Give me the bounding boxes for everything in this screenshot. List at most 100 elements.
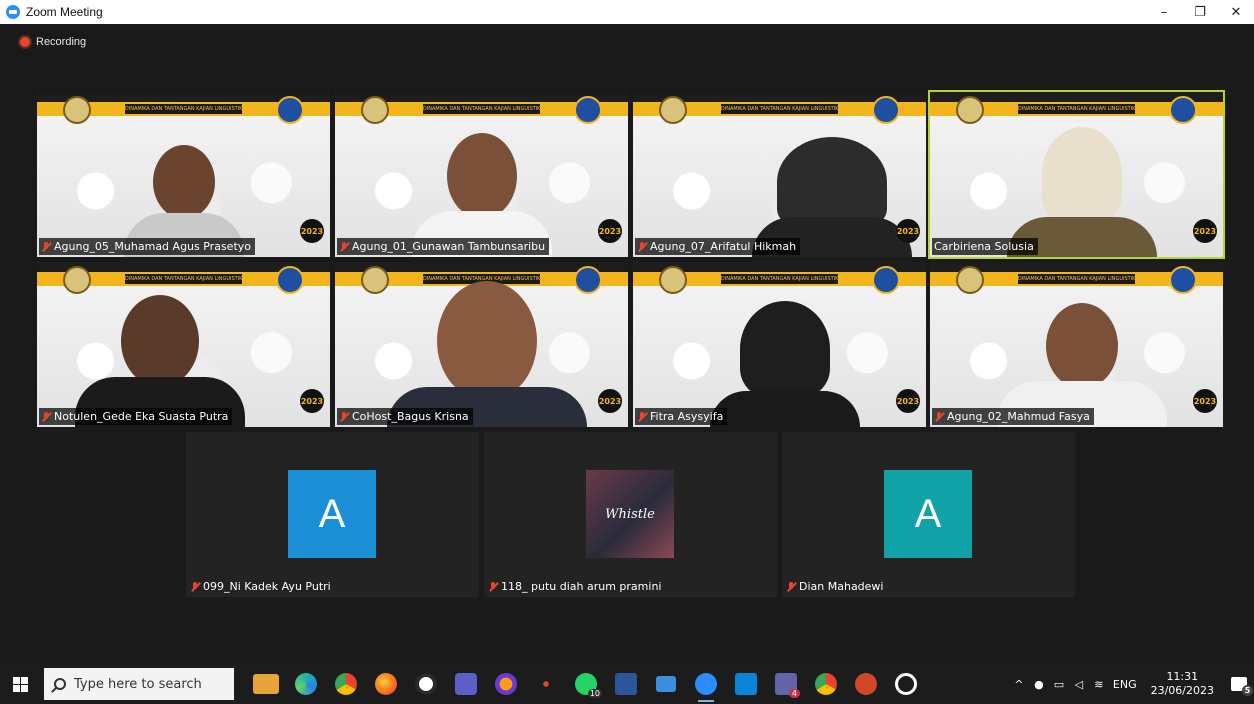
seminar-logo-icon — [956, 266, 984, 294]
year-badge: 2023 — [896, 389, 920, 413]
obs-app[interactable] — [886, 664, 926, 704]
year-badge: 2023 — [598, 219, 622, 243]
participant-name: Carbiriena Solusia — [934, 240, 1034, 253]
banner-text: DINAMIKA DAN TANTANGAN KAJIAN LINGUISTIK… — [124, 104, 243, 114]
video-tile-active-speaker[interactable]: DINAMIKA DAN TANTANGAN KAJIAN LINGUISTIK… — [928, 90, 1225, 259]
video-tile[interactable]: DINAMIKA DAN TANTANGAN KAJIAN LINGUISTIK… — [335, 92, 628, 257]
title-bar: Zoom Meeting – ❐ ✕ — [0, 0, 1254, 24]
seminar-logo-icon — [63, 266, 91, 294]
year-badge: 2023 — [1193, 219, 1217, 243]
participant-video — [710, 301, 861, 427]
year-badge: 2023 — [300, 389, 324, 413]
banner-text: DINAMIKA DAN TANTANGAN KAJIAN LINGUISTIK… — [720, 274, 839, 284]
pinned-apps: 10 4 — [246, 664, 926, 704]
mic-muted-icon — [190, 581, 200, 593]
folder-app[interactable] — [646, 664, 686, 704]
year-badge: 2023 — [896, 219, 920, 243]
participant-name-tag: 099_Ni Kadek Ayu Putri — [188, 578, 335, 595]
speaker-icon[interactable]: ◁ — [1069, 678, 1089, 691]
microphone-icon[interactable]: ● — [1029, 678, 1049, 691]
windows-icon — [12, 676, 28, 692]
taskbar-search[interactable]: Type here to search — [44, 668, 234, 700]
teams-app[interactable] — [446, 664, 486, 704]
mic-muted-icon — [488, 581, 498, 593]
meeting-stage: Recording DINAMIKA DAN TANTANGAN KAJIAN … — [6, 24, 1252, 664]
participant-name-tag: Notulen_Gede Eka Suasta Putra — [39, 408, 233, 425]
university-logo-icon — [574, 96, 602, 124]
avatar-tile[interactable]: A Dian Mahadewi — [782, 432, 1075, 597]
video-tile[interactable]: DINAMIKA DAN TANTANGAN KAJIAN LINGUISTIK… — [37, 262, 330, 427]
participant-name: Agung_01_Gunawan Tambunsaribu — [352, 240, 546, 253]
video-player-app[interactable] — [726, 664, 766, 704]
mic-muted-icon — [339, 241, 349, 253]
participant-name-tag: Dian Mahadewi — [784, 578, 887, 595]
participant-name: Notulen_Gede Eka Suasta Putra — [54, 410, 229, 423]
participant-name: Agung_07_Arifatul Hikmah — [650, 240, 797, 253]
video-tile[interactable]: DINAMIKA DAN TANTANGAN KAJIAN LINGUISTIK… — [930, 262, 1223, 427]
notification-center-button[interactable] — [1224, 664, 1254, 704]
video-tile[interactable]: DINAMIKA DAN TANTANGAN KAJIAN LINGUISTIK… — [633, 92, 926, 257]
mic-muted-icon — [339, 411, 349, 423]
participant-name-tag: Agung_02_Mahmud Fasya — [932, 408, 1094, 425]
start-button[interactable] — [0, 664, 40, 704]
notification-badge: 4 — [788, 689, 800, 698]
participant-name-tag: Agung_05_Muhamad Agus Prasetyo — [39, 238, 256, 255]
restore-button[interactable]: ❐ — [1182, 0, 1218, 24]
chrome-app[interactable] — [326, 664, 366, 704]
recording-label: Recording — [36, 36, 87, 48]
media-app[interactable] — [526, 664, 566, 704]
language-indicator[interactable]: ENG — [1113, 678, 1137, 691]
avatar-tile[interactable]: A 099_Ni Kadek Ayu Putri — [186, 432, 479, 597]
whatsapp-desktop-app[interactable]: 10 — [566, 664, 606, 704]
close-button[interactable]: ✕ — [1218, 0, 1254, 24]
file-explorer-app[interactable] — [246, 664, 286, 704]
seminar-logo-icon — [361, 96, 389, 124]
banner-text: DINAMIKA DAN TANTANGAN KAJIAN LINGUISTIK… — [1017, 274, 1136, 284]
edge-app[interactable] — [286, 664, 326, 704]
whatsapp-app[interactable] — [406, 664, 446, 704]
system-tray: ^ ● ▭ ◁ ≋ ENG 11:31 23/06/2023 — [1009, 664, 1254, 704]
recording-indicator[interactable]: Recording — [20, 36, 86, 48]
word-app[interactable] — [606, 664, 646, 704]
firefox-app[interactable] — [366, 664, 406, 704]
participant-name-tag: Agung_07_Arifatul Hikmah — [635, 238, 801, 255]
notification-icon — [1231, 677, 1253, 696]
university-logo-icon — [276, 266, 304, 294]
clock[interactable]: 11:31 23/06/2023 — [1151, 670, 1214, 698]
seminar-logo-icon — [361, 266, 389, 294]
avatar-tile[interactable]: Whistle 118_ putu diah arum pramini — [484, 432, 777, 597]
participant-name-tag: Agung_01_Gunawan Tambunsaribu — [337, 238, 550, 255]
banner-text: DINAMIKA DAN TANTANGAN KAJIAN LINGUISTIK… — [1017, 104, 1136, 114]
year-badge: 2023 — [1193, 389, 1217, 413]
year-badge: 2023 — [300, 219, 324, 243]
wifi-icon[interactable]: ≋ — [1089, 678, 1109, 691]
chevron-up-icon[interactable]: ^ — [1009, 678, 1029, 691]
university-logo-icon — [872, 96, 900, 124]
participant-name: 118_ putu diah arum pramini — [501, 580, 662, 593]
vlc-app[interactable] — [486, 664, 526, 704]
video-tile[interactable]: DINAMIKA DAN TANTANGAN KAJIAN LINGUISTIK… — [633, 262, 926, 427]
teams-chat-app[interactable]: 4 — [766, 664, 806, 704]
mic-muted-icon — [786, 581, 796, 593]
chrome-profile-app[interactable] — [806, 664, 846, 704]
participant-name-tag: Carbiriena Solusia — [932, 238, 1038, 255]
participant-name-tag: 118_ putu diah arum pramini — [486, 578, 665, 595]
participant-name: Fitra Asysyifa — [650, 410, 724, 423]
participant-name: 099_Ni Kadek Ayu Putri — [203, 580, 331, 593]
participant-name: Agung_05_Muhamad Agus Prasetyo — [54, 240, 252, 253]
video-tile[interactable]: DINAMIKA DAN TANTANGAN KAJIAN LINGUISTIK… — [37, 92, 330, 257]
minimize-button[interactable]: – — [1146, 0, 1182, 24]
mic-muted-icon — [41, 411, 51, 423]
participant-name: CoHost_Bagus Krisna — [352, 410, 469, 423]
battery-icon[interactable]: ▭ — [1049, 678, 1069, 691]
participant-name-tag: CoHost_Bagus Krisna — [337, 408, 473, 425]
video-tile[interactable]: DINAMIKA DAN TANTANGAN KAJIAN LINGUISTIK… — [335, 262, 628, 427]
powerpoint-app[interactable] — [846, 664, 886, 704]
participant-name-tag: Fitra Asysyifa — [635, 408, 728, 425]
year-badge: 2023 — [598, 389, 622, 413]
university-logo-icon — [1169, 266, 1197, 294]
mic-muted-icon — [637, 241, 647, 253]
banner-text: DINAMIKA DAN TANTANGAN KAJIAN LINGUISTIK… — [124, 274, 243, 284]
avatar: A — [288, 470, 376, 558]
zoom-app[interactable] — [686, 664, 726, 704]
